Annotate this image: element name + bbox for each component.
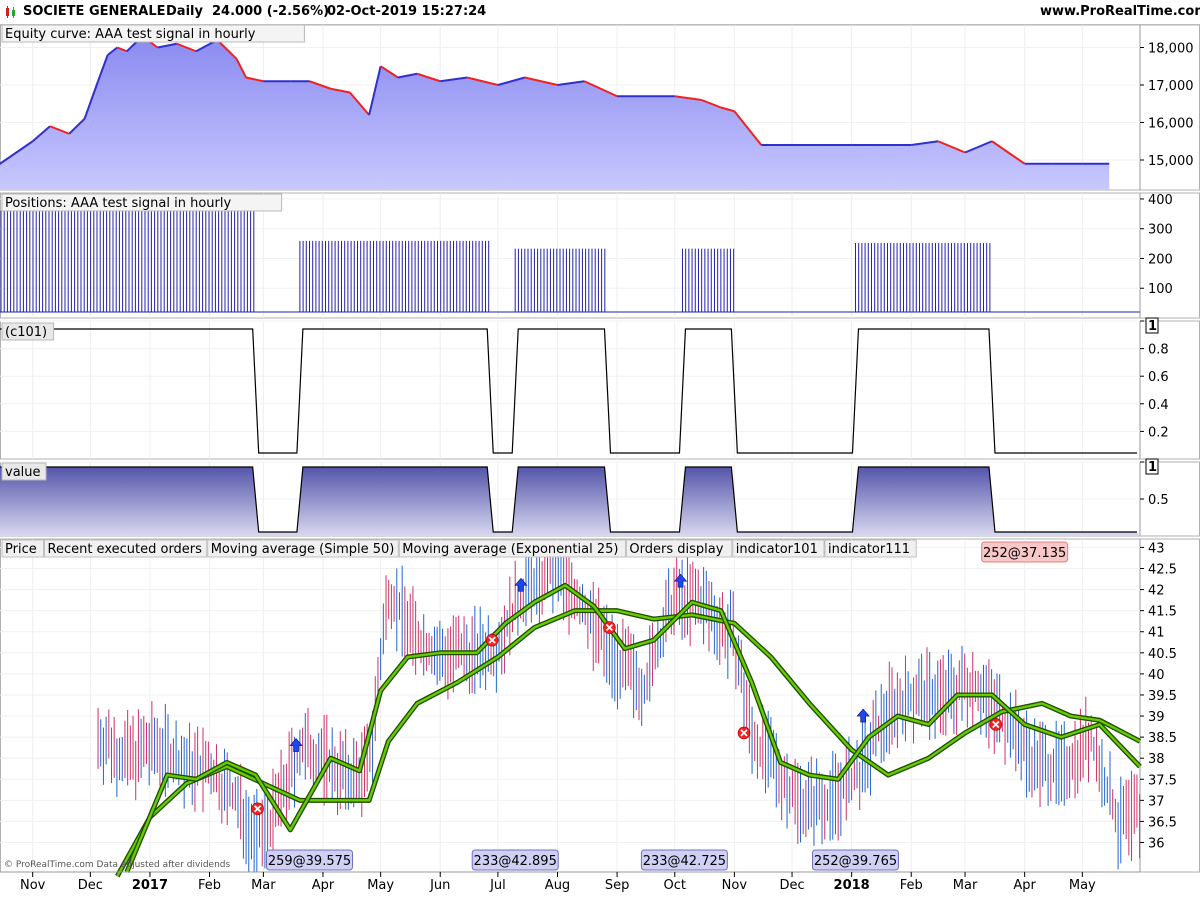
price-legend-item: Price [5, 542, 37, 557]
y-tick-label: 0.8 [1148, 343, 1169, 358]
price-legend-item: Recent executed orders [48, 542, 203, 557]
ema25-outline [124, 582, 1142, 873]
x-tick-label: Sep [605, 878, 630, 893]
y-tick-label: 16,000 [1148, 117, 1194, 132]
order-label-text: 233@42.895 [474, 854, 557, 869]
y-tick-label: 400 [1148, 193, 1173, 208]
y-tick-label: 15,000 [1148, 154, 1194, 169]
x-tick-label: Apr [1013, 878, 1036, 893]
x-tick-label: Feb [900, 878, 923, 893]
c101-title: (c101) [5, 325, 47, 340]
y-tick-label: 38 [1148, 752, 1165, 767]
price-legend-item: Orders display [629, 542, 723, 557]
y-tick-label: 0.2 [1148, 425, 1169, 440]
y-tick-label: 0.6 [1148, 370, 1169, 385]
y-tick-label: 37 [1148, 794, 1165, 809]
y-tick-label: 36 [1148, 836, 1165, 851]
positions-title: Positions: AAA test signal in hourly [5, 196, 231, 211]
x-tick-label: Dec [779, 878, 804, 893]
x-tick-label: Jun [429, 878, 450, 893]
x-tick-label: Jul [489, 878, 506, 893]
x-tick-label: Aug [545, 878, 570, 893]
x-tick-label: May [1069, 878, 1096, 893]
x-tick-label: Mar [251, 878, 276, 893]
y-tick-label: 0.5 [1148, 493, 1169, 508]
price-legend-item: indicator111 [828, 542, 910, 557]
y-tick-label: 18,000 [1148, 42, 1194, 57]
y-tick-label: 1 [1148, 460, 1157, 475]
y-tick-label: 0.4 [1148, 398, 1169, 413]
price-legend-item: Moving average (Simple 50) [211, 542, 395, 557]
y-tick-label: 42.5 [1148, 563, 1177, 578]
x-tick-label: Nov [20, 878, 46, 893]
y-tick-label: 39 [1148, 710, 1165, 725]
price-legend-item: indicator101 [736, 542, 818, 557]
y-tick-label: 37.5 [1148, 773, 1177, 788]
chart-canvas[interactable]: 15,000 16,000 17,000 18,000 100 200 300 400 0.2 0… [0, 0, 1200, 900]
c101-line [0, 328, 1137, 454]
order-label-text: 252@39.765 [814, 854, 897, 869]
pane-frame-2 [0, 320, 1200, 460]
value-area [0, 467, 1140, 536]
equity-title: Equity curve: AAA test signal in hourly [5, 27, 256, 42]
y-tick-label: 39.5 [1148, 689, 1177, 704]
y-tick-label: 43 [1148, 541, 1165, 556]
y-tick-label: 41 [1148, 626, 1165, 641]
y-tick-label: 40.5 [1148, 647, 1177, 662]
y-tick-label: 42 [1148, 584, 1165, 599]
value-title: value [5, 465, 41, 480]
ema25-line [125, 584, 1141, 873]
y-tick-label: 40 [1148, 668, 1165, 683]
price-bars-group [97, 541, 1141, 872]
buy-arrow-icon [856, 708, 870, 723]
x-tick-label: Oct [664, 878, 686, 893]
y-tick-label: 41.5 [1148, 605, 1177, 620]
price-legend-item: Moving average (Exponential 25) [402, 542, 618, 557]
x-tick-label: Dec [78, 878, 103, 893]
order-label-text: 252@37.135 [983, 546, 1066, 561]
x-tick-label: Mar [953, 878, 978, 893]
x-tick-label: Feb [198, 878, 221, 893]
y-tick-label: 200 [1148, 252, 1173, 267]
x-tick-label: Nov [722, 878, 748, 893]
order-label-text: 233@42.725 [643, 854, 726, 869]
copyright-text: © ProRealTime.com Data adjusted after di… [4, 860, 231, 870]
y-tick-label: 100 [1148, 282, 1173, 297]
x-tick-label: 2018 [834, 878, 870, 893]
y-tick-label: 38.5 [1148, 731, 1177, 746]
y-tick-label: 36.5 [1148, 815, 1177, 830]
y-tick-label: 1 [1148, 319, 1157, 334]
equity-area [0, 36, 1110, 190]
x-tick-label: 2017 [132, 878, 168, 893]
order-label-text: 259@39.575 [268, 854, 351, 869]
x-tick-label: Apr [312, 878, 335, 893]
x-tick-label: May [367, 878, 394, 893]
y-tick-label: 17,000 [1148, 79, 1194, 94]
y-tick-label: 300 [1148, 223, 1173, 238]
